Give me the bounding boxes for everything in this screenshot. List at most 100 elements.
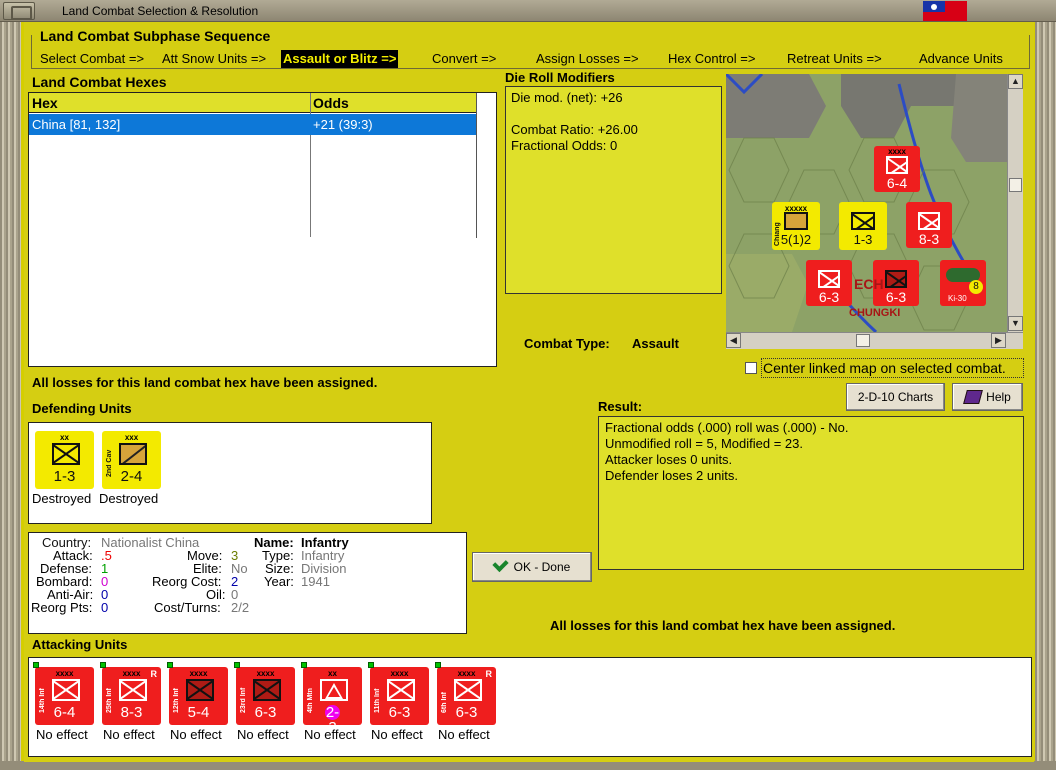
defending-heading: Defending Units <box>32 401 132 416</box>
year-value: 1941 <box>301 574 330 589</box>
losses-assigned-message-bottom: All losses for this land combat hex have… <box>550 618 896 633</box>
map-city-label-2: CHUNGKI <box>849 307 901 319</box>
table-scroll-edge <box>476 93 477 238</box>
map-strength-8-3: 8-3 <box>918 231 940 247</box>
map-vertical-scrollbar[interactable]: ▲ ▼ <box>1007 74 1023 332</box>
scroll-down-button[interactable]: ▼ <box>1008 316 1023 331</box>
result-line-1: Fractional odds (.000) roll was (.000) -… <box>605 420 849 435</box>
odds-cell: +21 (39:3) <box>313 117 373 132</box>
center-map-label[interactable]: Center linked map on selected combat. <box>763 360 1006 376</box>
die-roll-heading: Die Roll Modifiers <box>505 70 615 85</box>
combat-ratio: Combat Ratio: +26.00 <box>511 122 638 137</box>
window-minimize-button[interactable] <box>3 2 35 20</box>
help-button[interactable]: Help <box>952 383 1023 411</box>
map-strength-1-3: 1-3 <box>853 232 873 247</box>
seq-convert: Convert => <box>432 51 497 66</box>
unit-info-panel <box>28 532 467 634</box>
attacking-heading: Attacking Units <box>32 637 128 652</box>
map-defender-stack[interactable]: 1-3 <box>839 202 887 250</box>
scroll-up-button[interactable]: ▲ <box>1008 74 1023 89</box>
unit-strength: 2-4 <box>120 468 143 485</box>
ok-done-label: OK - Done <box>513 560 571 574</box>
map-unit-chiang[interactable]: xxxxx Chiang 5(1)2 <box>772 202 820 250</box>
unit-strength: 1-3 <box>53 468 76 485</box>
year-label: Year: <box>264 574 294 589</box>
result-line-2: Unmodified roll = 5, Modified = 23. <box>605 436 803 451</box>
map-air-name: Ki-30 <box>948 294 967 303</box>
attacking-unit-2[interactable]: xxxx 25th Inf R 8-3 <box>100 662 161 725</box>
scroll-right-button[interactable]: ▶ <box>991 333 1006 348</box>
hex-cell: China [81, 132] <box>32 117 121 132</box>
left-frame-rail <box>0 22 21 770</box>
linked-map[interactable]: xxxx 6-4 xxxxx Chiang 5(1)2 1-3 8-3 6-3 … <box>726 74 1009 332</box>
country-value: Nationalist China <box>101 535 200 550</box>
map-air-strength: 8 <box>969 280 983 294</box>
table-row[interactable]: China [81, 132] +21 (39:3) <box>29 114 476 135</box>
defending-unit-1[interactable]: xx 1-3 <box>35 431 94 489</box>
scroll-thumb-vertical[interactable] <box>1009 178 1022 192</box>
combat-type-label: Combat Type: <box>524 336 610 351</box>
map-strength-5-1-2: 5(1)2 <box>780 232 812 247</box>
attacking-unit-5-strength: 2-3 <box>325 704 340 736</box>
attacking-unit-1[interactable]: xxxx 14th Inf 6-4 <box>33 662 94 725</box>
bottom-frame-bar <box>0 761 1056 770</box>
reorg-pts-label: Reorg Pts: <box>31 600 93 615</box>
map-air-unit[interactable]: 8 Ki-30 <box>940 260 986 306</box>
charts-button[interactable]: 2-D-10 Charts <box>846 383 945 411</box>
map-city-label: ECH <box>854 276 884 292</box>
attacking-unit-3-status: No effect <box>170 727 222 742</box>
window-title: Land Combat Selection & Resolution <box>62 4 259 18</box>
reorg-pts-value: 0 <box>101 600 109 615</box>
center-map-checkbox[interactable] <box>745 362 757 374</box>
attacking-unit-7[interactable]: xxxx 6th Inf R 6-3 <box>435 662 496 725</box>
seq-assault-or-blitz: Assault or Blitz => <box>281 50 399 68</box>
cost-turns-label: Cost/Turns: <box>154 600 221 615</box>
seq-assign-losses: Assign Losses => <box>536 51 639 66</box>
die-mod-net: Die mod. (net): +26 <box>511 90 623 105</box>
map-horizontal-scrollbar[interactable]: ◀ ▶ <box>726 332 1023 349</box>
map-strength-6-4: 6-4 <box>886 175 908 191</box>
attacking-unit-1-status: No effect <box>36 727 88 742</box>
losses-assigned-message: All losses for this land combat hex have… <box>32 375 378 390</box>
checkmark-icon <box>492 555 509 573</box>
hex-column-header[interactable]: Hex <box>32 95 58 111</box>
attacking-unit-4-status: No effect <box>237 727 289 742</box>
attacking-unit-7-status: No effect <box>438 727 490 742</box>
attacking-unit-4[interactable]: xxxx 23rd Inf 6-3 <box>234 662 295 725</box>
odds-column-header[interactable]: Odds <box>313 95 349 111</box>
scroll-left-button[interactable]: ◀ <box>726 333 741 348</box>
help-book-icon <box>963 390 983 404</box>
map-unit-25th-inf[interactable]: 8-3 <box>906 202 952 248</box>
fractional-odds: Fractional Odds: 0 <box>511 138 618 153</box>
attacking-unit-6[interactable]: xxxx 11th Inf 6-3 <box>368 662 429 725</box>
attacking-unit-5[interactable]: xx 4th Mtn 2-3 <box>301 662 362 736</box>
seq-advance-units: Advance Units <box>919 51 1003 66</box>
map-unit-14th-inf[interactable]: xxxx 6-4 <box>874 146 920 192</box>
seq-retreat-units: Retreat Units => <box>787 51 882 66</box>
seq-att-snow-units: Att Snow Units => <box>162 51 267 66</box>
unit-size: xx <box>60 433 69 442</box>
result-line-3: Attacker loses 0 units. <box>605 452 733 467</box>
ok-done-button[interactable]: OK - Done <box>472 552 592 582</box>
title-bar[interactable]: Land Combat Selection & Resolution <box>0 0 1056 22</box>
combat-hexes-header: Hex Odds <box>29 93 476 113</box>
defending-unit-1-status: Destroyed <box>32 491 92 506</box>
attacking-unit-5-status: No effect <box>304 727 356 742</box>
attacking-unit-3[interactable]: xxxx 12th Inf 5-4 <box>167 662 228 725</box>
cost-turns-value: 2/2 <box>231 600 250 615</box>
result-line-4: Defender loses 2 units. <box>605 468 738 483</box>
nationalist-china-flag-icon <box>923 1 967 21</box>
scroll-thumb-horizontal[interactable] <box>856 334 870 347</box>
map-unit-11th-inf[interactable]: 6-3 <box>806 260 852 306</box>
unit-size: xxx <box>124 433 139 442</box>
defending-unit-2-status: Destroyed <box>99 491 159 506</box>
attacking-unit-2-status: No effect <box>103 727 155 742</box>
map-strength-6-3-a: 6-3 <box>818 289 840 305</box>
help-label: Help <box>986 390 1011 404</box>
seq-hex-control: Hex Control => <box>668 51 756 66</box>
combat-hexes-heading: Land Combat Hexes <box>32 74 167 90</box>
combat-type-value: Assault <box>632 336 679 351</box>
die-roll-panel <box>505 86 722 294</box>
seq-select-combat: Select Combat => <box>40 51 145 66</box>
defending-unit-2[interactable]: xxx 2nd Cav 2-4 <box>102 431 161 489</box>
